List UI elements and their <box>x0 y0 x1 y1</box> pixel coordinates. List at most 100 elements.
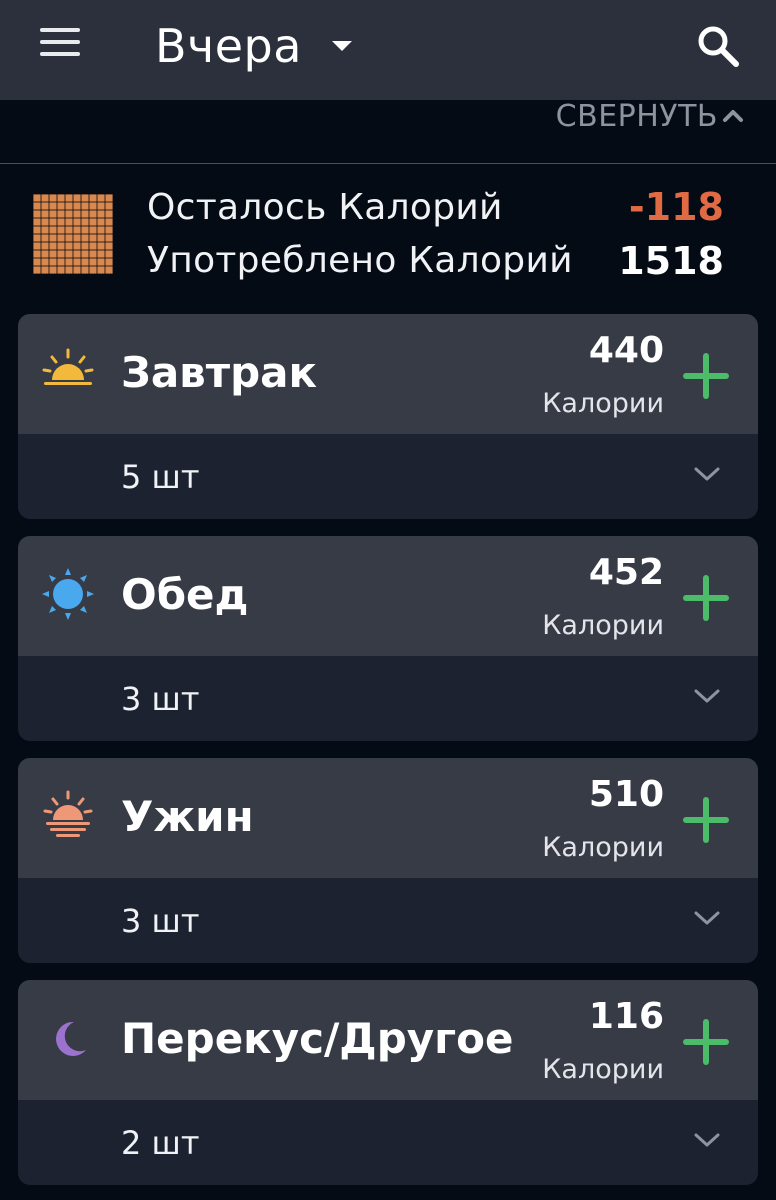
meal-expand-row[interactable]: 3 шт <box>18 656 758 741</box>
grid-cell <box>81 258 89 266</box>
grid-cell <box>33 194 41 202</box>
meal-header: Перекус/Другое 116 Калории <box>18 980 758 1100</box>
meal-calories: 452 <box>588 552 664 593</box>
grid-cell <box>65 218 73 226</box>
chevron-down-icon[interactable] <box>692 686 722 706</box>
meal-item-count: 3 шт <box>121 680 200 718</box>
grid-cell <box>73 234 81 242</box>
grid-cell <box>41 194 49 202</box>
grid-cell <box>105 218 113 226</box>
meal-item-count: 2 шт <box>121 1124 200 1162</box>
meal-calories-label: Калории <box>542 832 664 863</box>
grid-cell <box>73 258 81 266</box>
grid-cell <box>33 202 41 210</box>
meal-calories: 510 <box>588 774 664 815</box>
grid-cell <box>97 242 105 250</box>
grid-cell <box>33 242 41 250</box>
grid-cell <box>81 218 89 226</box>
calorie-summary: Осталось Калорий -118 Употреблено Калори… <box>0 185 776 285</box>
grid-cell <box>41 234 49 242</box>
app-bar: Вчера <box>0 0 776 100</box>
grid-cell <box>49 250 57 258</box>
grid-cell <box>89 234 97 242</box>
moon-icon <box>56 1021 86 1056</box>
remaining-calories-value: -118 <box>628 185 724 229</box>
meal-expand-row[interactable]: 2 шт <box>18 1100 758 1185</box>
grid-cell <box>97 258 105 266</box>
grid-cell <box>105 226 113 234</box>
chevron-down-icon[interactable] <box>692 1130 722 1150</box>
grid-cell <box>65 194 73 202</box>
meal-calories: 440 <box>588 330 664 371</box>
add-food-plus-icon[interactable] <box>682 1018 730 1066</box>
grid-cell <box>105 258 113 266</box>
grid-cell <box>81 250 89 258</box>
grid-cell <box>65 242 73 250</box>
grid-cell <box>49 194 57 202</box>
chevron-down-icon[interactable] <box>692 464 722 484</box>
grid-cell <box>81 242 89 250</box>
sun-icon <box>42 568 94 620</box>
grid-cell <box>33 250 41 258</box>
grid-cell <box>97 218 105 226</box>
add-food-plus-icon[interactable] <box>682 796 730 844</box>
grid-cell <box>41 210 49 218</box>
grid-cell <box>33 258 41 266</box>
grid-cell <box>89 242 97 250</box>
grid-cell <box>49 218 57 226</box>
meal-name: Обед <box>121 570 249 619</box>
grid-cell <box>81 266 89 274</box>
grid-cell <box>33 210 41 218</box>
meal-expand-row[interactable]: 5 шт <box>18 434 758 519</box>
page-title: Вчера <box>155 19 302 73</box>
grid-cell <box>105 210 113 218</box>
remaining-calories-label: Осталось Калорий <box>147 187 503 228</box>
grid-cell <box>57 234 65 242</box>
sunset-icon <box>43 790 93 837</box>
collapse-row: СВЕРНУТЬ <box>0 98 776 164</box>
meal-expand-row[interactable]: 3 шт <box>18 878 758 963</box>
date-selector[interactable]: Вчера <box>155 16 352 76</box>
grid-cell <box>89 258 97 266</box>
grid-cell <box>73 210 81 218</box>
grid-cell <box>57 194 65 202</box>
grid-cell <box>65 258 73 266</box>
grid-cell <box>89 194 97 202</box>
grid-cell <box>105 266 113 274</box>
grid-cell <box>57 210 65 218</box>
hamburger-menu-icon[interactable] <box>40 28 80 58</box>
grid-cell <box>97 194 105 202</box>
add-food-plus-icon[interactable] <box>682 574 730 622</box>
grid-cell <box>73 202 81 210</box>
grid-cell <box>33 218 41 226</box>
consumed-calories-label: Употреблено Калорий <box>147 240 573 281</box>
grid-cell <box>57 250 65 258</box>
grid-cell <box>65 266 73 274</box>
chevron-up-icon <box>723 110 743 122</box>
grid-cell <box>49 258 57 266</box>
grid-cell <box>97 226 105 234</box>
grid-cell <box>105 242 113 250</box>
grid-cell <box>57 226 65 234</box>
meal-name: Ужин <box>121 792 254 841</box>
grid-cell <box>41 266 49 274</box>
grid-cell <box>65 234 73 242</box>
grid-cell <box>89 226 97 234</box>
caret-down-icon <box>331 41 352 51</box>
grid-cell <box>49 226 57 234</box>
meal-header: Ужин 510 Калории <box>18 758 758 878</box>
meal-calories-label: Калории <box>542 388 664 419</box>
collapse-label: СВЕРНУТЬ <box>555 98 718 134</box>
grid-cell <box>89 210 97 218</box>
grid-cell <box>105 202 113 210</box>
grid-cell <box>97 266 105 274</box>
meal-calories: 116 <box>588 996 664 1037</box>
meal-card-dinner: Ужин 510 Калории 3 шт <box>18 758 758 963</box>
grid-cell <box>73 218 81 226</box>
add-food-plus-icon[interactable] <box>682 352 730 400</box>
grid-cell <box>65 202 73 210</box>
search-icon[interactable] <box>694 22 742 70</box>
collapse-button[interactable]: СВЕРНУТЬ <box>555 98 744 134</box>
chevron-down-icon[interactable] <box>692 908 722 928</box>
meal-item-count: 5 шт <box>121 458 200 496</box>
